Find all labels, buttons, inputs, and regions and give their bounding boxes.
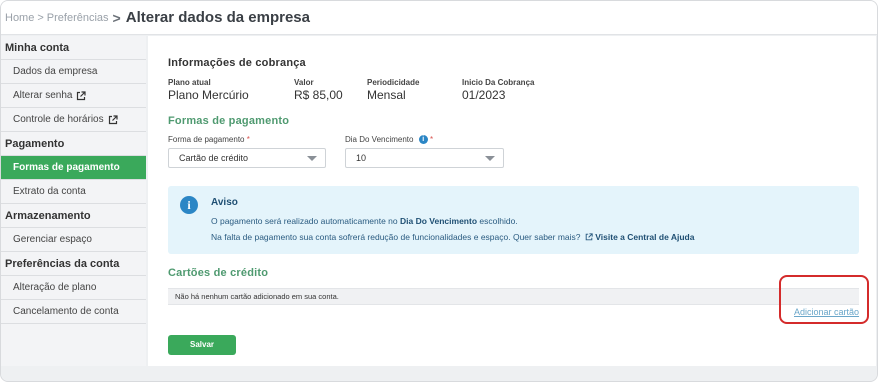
chevron-down-icon <box>485 156 495 161</box>
sidebar-item-change-password[interactable]: Alterar senha <box>1 84 146 108</box>
plan-value: Plano Mercúrio <box>168 88 249 102</box>
sidebar-item-label: Alterar senha <box>13 89 73 101</box>
alert-line-2-text: Na falta de pagamento sua conta sofrerá … <box>211 232 581 242</box>
plan-label: Plano atual <box>168 78 211 87</box>
app-window: Home > Preferências > Alterar dados da e… <box>0 0 878 382</box>
sidebar-section-account-preferences: Preferências da conta <box>1 252 146 276</box>
required-mark: * <box>429 135 434 144</box>
cards-empty-row: Não há nenhum cartão adicionado em sua c… <box>168 288 859 305</box>
payment-method-value: Cartão de crédito <box>179 153 249 163</box>
payment-method-label: Forma de pagamento * <box>168 135 250 144</box>
alert-line-1: O pagamento será realizado automaticamen… <box>211 216 518 226</box>
credit-cards-section-title: Cartões de crédito <box>168 267 269 279</box>
help-center-link[interactable]: Visite a Central de Ajuda <box>595 232 694 242</box>
sidebar-item-manage-space[interactable]: Gerenciar espaço <box>1 228 146 252</box>
sidebar-item-company-data[interactable]: Dados da empresa <box>1 60 146 84</box>
highlight-annotation <box>779 275 869 324</box>
footer-strip <box>1 366 877 381</box>
sidebar-item-label: Alteração de plano <box>13 281 97 293</box>
due-day-value: 10 <box>356 153 367 163</box>
sidebar-item-schedule-control[interactable]: Controle de horários <box>1 108 146 132</box>
external-link-icon <box>585 233 593 241</box>
sidebar-item-label: Formas de pagamento <box>13 161 120 173</box>
breadcrumb-bar: Home > Preferências > Alterar dados da e… <box>1 1 877 35</box>
start-value: 01/2023 <box>462 88 506 102</box>
price-value: R$ 85,00 <box>294 88 343 102</box>
price-label: Valor <box>294 78 314 87</box>
info-icon[interactable]: i <box>418 135 428 145</box>
sidebar-item-label: Dados da empresa <box>13 65 98 77</box>
external-link-icon <box>108 114 118 124</box>
external-link-icon <box>77 90 87 100</box>
sidebar-item-label: Cancelamento de conta <box>13 305 119 317</box>
due-day-label: Dia Do Vencimento i * <box>345 135 434 145</box>
due-day-select[interactable]: 10 <box>345 148 504 168</box>
payment-method-label-text: Forma de pagamento <box>168 135 245 144</box>
billing-section-title: Informações de cobrança <box>168 57 306 69</box>
payment-section-title: Formas de pagamento <box>168 115 290 127</box>
sidebar-item-plan-change[interactable]: Alteração de plano <box>1 276 146 300</box>
info-icon: i <box>180 196 198 214</box>
sidebar: Minha conta Dados da empresa Alterar sen… <box>1 36 146 366</box>
save-button[interactable]: Salvar <box>168 335 236 355</box>
page-title: Alterar dados da empresa <box>125 9 310 26</box>
sidebar-item-label: Extrato da conta <box>13 185 86 197</box>
start-label: Inicio Da Cobrança <box>462 78 535 87</box>
payment-method-select[interactable]: Cartão de crédito <box>168 148 326 168</box>
sidebar-item-account-statement[interactable]: Extrato da conta <box>1 180 146 204</box>
period-label: Periodicidade <box>367 78 420 87</box>
breadcrumb-chevron-icon: > <box>112 9 121 26</box>
sidebar-item-label: Gerenciar espaço <box>13 233 92 245</box>
chevron-down-icon <box>307 156 317 161</box>
breadcrumb-preferences[interactable]: Preferências <box>47 12 109 24</box>
sidebar-item-account-cancellation[interactable]: Cancelamento de conta <box>1 300 146 324</box>
sidebar-item-label: Controle de horários <box>13 113 104 125</box>
sidebar-item-payment-methods[interactable]: Formas de pagamento <box>1 156 146 180</box>
notice-alert: i Aviso O pagamento será realizado autom… <box>168 186 859 254</box>
breadcrumb-home[interactable]: Home <box>5 12 34 24</box>
sidebar-section-payment: Pagamento <box>1 132 146 156</box>
required-mark: * <box>246 135 250 144</box>
sidebar-section-storage: Armazenamento <box>1 204 146 228</box>
alert-line-2: Na falta de pagamento sua conta sofrerá … <box>211 232 694 242</box>
sidebar-section-my-account: Minha conta <box>1 36 146 60</box>
alert-line-1-text: O pagamento será realizado automaticamen… <box>211 216 398 226</box>
period-value: Mensal <box>367 88 406 102</box>
alert-line-1-bold: Dia Do Vencimento <box>400 216 478 226</box>
alert-title: Aviso <box>211 197 238 208</box>
breadcrumb-separator: > <box>37 11 44 24</box>
due-day-label-text: Dia Do Vencimento <box>345 135 414 144</box>
alert-line-1-end: escolhido. <box>479 216 518 226</box>
